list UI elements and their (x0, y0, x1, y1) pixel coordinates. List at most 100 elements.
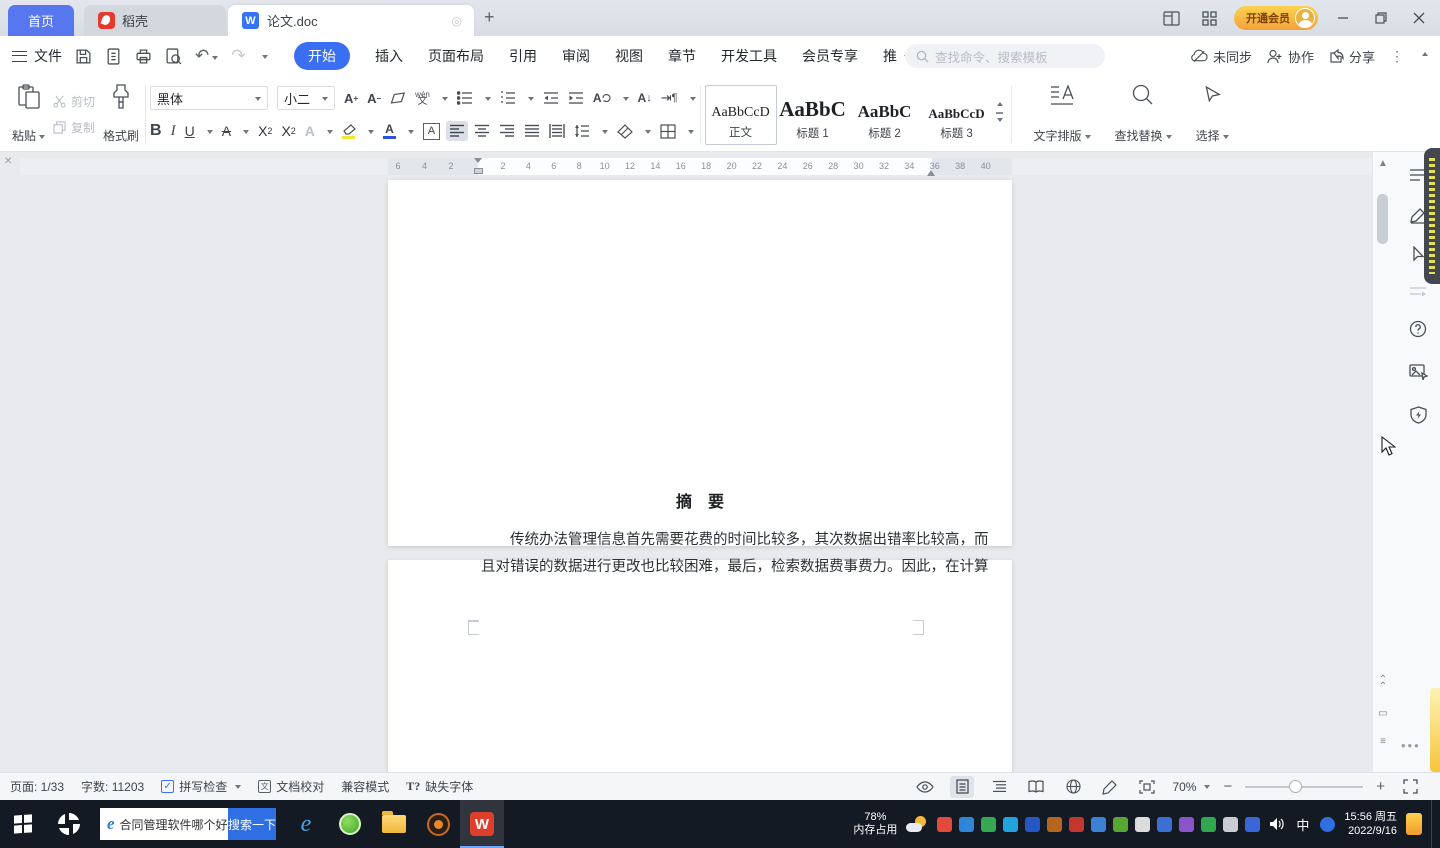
justify-button[interactable] (524, 124, 540, 138)
show-marks-button[interactable]: ⇥¶ (661, 90, 678, 106)
strikethrough-button[interactable]: A (222, 123, 231, 139)
style-heading-3[interactable]: AaBbCcD 标题 3 (921, 85, 993, 145)
document-page-2[interactable] (388, 560, 1012, 772)
tray-icon[interactable] (937, 817, 952, 832)
left-indent-marker[interactable] (474, 168, 483, 174)
undo-caret[interactable] (212, 56, 218, 63)
highlight-caret[interactable] (368, 130, 374, 137)
page-view-icon[interactable] (950, 776, 974, 798)
internet-explorer-icon[interactable]: e (284, 800, 328, 848)
zoom-level[interactable]: 70% (1172, 780, 1210, 794)
previous-page-button[interactable]: ⌃⌃ (1375, 676, 1391, 690)
ribbon-tab-5[interactable]: 审阅 (562, 46, 590, 66)
word-count[interactable]: 字数: 11203 (81, 778, 144, 795)
member-badge[interactable]: 开通会员 (1234, 6, 1318, 30)
browser-360-icon[interactable] (46, 800, 92, 848)
decrease-indent-button[interactable] (543, 91, 559, 105)
font-name-combo[interactable]: 黑体 (150, 86, 268, 110)
underline-button[interactable]: U (185, 123, 195, 139)
shading-caret[interactable] (645, 130, 651, 137)
superscript-button[interactable]: X2 (258, 123, 272, 139)
save-icon[interactable] (75, 48, 92, 65)
collapse-ribbon-icon[interactable] (1422, 52, 1428, 56)
line-spacing-caret[interactable] (602, 130, 608, 137)
fit-page-icon[interactable] (1135, 776, 1159, 798)
zoom-slider[interactable] (1245, 786, 1363, 788)
style-heading-2[interactable]: AaBbC 标题 2 (849, 85, 921, 145)
text-effects-caret[interactable] (327, 130, 333, 137)
format-painter-button[interactable]: 格式刷 (101, 80, 141, 149)
increase-indent-button[interactable] (568, 91, 584, 105)
print-icon[interactable] (135, 48, 152, 65)
numbered-list-button[interactable] (500, 91, 516, 105)
find-replace-button[interactable]: 查找替换 (1113, 80, 1174, 149)
text-direction-caret[interactable] (623, 97, 629, 104)
tray-icon[interactable] (1025, 817, 1040, 832)
tray-icon[interactable] (1047, 817, 1062, 832)
strikethrough-caret[interactable] (243, 130, 249, 137)
align-left-button[interactable] (446, 121, 468, 141)
ink-pen-icon[interactable] (1098, 776, 1122, 798)
italic-button[interactable]: I (171, 123, 176, 140)
volume-icon[interactable] (1269, 817, 1285, 831)
web-view-icon[interactable] (1061, 776, 1085, 798)
tab-home[interactable]: 首页 (8, 5, 74, 36)
ribbon-tab-2[interactable]: 插入 (375, 46, 403, 66)
borders-button[interactable] (660, 124, 676, 139)
weather-tray-icon[interactable] (906, 816, 928, 832)
style-normal[interactable]: AaBbCcD 正文 (705, 85, 777, 145)
spell-check-caret[interactable] (235, 785, 241, 792)
tray-icon[interactable] (1091, 817, 1106, 832)
spell-check-button[interactable]: ✓ 拼写检查 (161, 778, 241, 795)
sort-button[interactable]: A↓ (638, 91, 652, 105)
styles-gallery-scroll[interactable] (993, 104, 1007, 125)
ribbon-tab-4[interactable]: 引用 (509, 46, 537, 66)
right-indent-marker[interactable] (927, 166, 935, 176)
font-color-button[interactable]: A (383, 124, 396, 139)
more-tools-dots-icon[interactable]: ••• (1401, 738, 1421, 753)
text-direction-button[interactable]: A (593, 91, 611, 105)
phonetic-caret[interactable] (442, 97, 448, 104)
scroll-menu-button[interactable]: ≡ (1375, 736, 1391, 747)
start-button[interactable] (0, 800, 46, 848)
document-text-line[interactable]: 传统办法管理信息首先需要花费的时间比较多，其次数据出错率比较高，而 (481, 528, 921, 549)
first-line-indent-marker[interactable] (474, 158, 482, 167)
highlight-color-button[interactable] (342, 124, 356, 139)
compatibility-mode-label[interactable]: 兼容模式 (341, 778, 389, 795)
tray-icon[interactable] (1179, 817, 1194, 832)
scroll-up-arrow[interactable]: ▲ (1375, 158, 1391, 169)
help-icon[interactable] (1403, 314, 1433, 344)
apps-grid-icon[interactable] (1196, 5, 1222, 31)
memory-usage[interactable]: 78% 内存占用 (853, 811, 897, 837)
decrease-font-button[interactable]: A− (367, 93, 381, 104)
collaborate-button[interactable]: 协作 (1267, 47, 1314, 66)
export-pdf-icon[interactable] (105, 48, 122, 65)
game-app-icon[interactable] (416, 800, 460, 848)
tray-icon[interactable] (1003, 817, 1018, 832)
restore-button[interactable] (1368, 5, 1394, 31)
permissions-shield-icon[interactable] (1403, 400, 1433, 430)
more-menu-icon[interactable]: ⋮ (1390, 48, 1404, 65)
wps-taskbar-icon[interactable]: W (460, 800, 504, 848)
proofread-button[interactable]: 文 文档校对 (258, 778, 324, 795)
tray-icon[interactable] (1135, 817, 1150, 832)
tray-icon[interactable] (1157, 817, 1172, 832)
ribbon-tab-8[interactable]: 开发工具 (721, 46, 777, 66)
new-tab-button[interactable]: + (484, 8, 495, 26)
bullet-list-button[interactable] (457, 91, 473, 105)
ribbon-tab-6[interactable]: 视图 (615, 46, 643, 66)
page-navigation-button[interactable]: ▭ (1375, 708, 1391, 719)
align-right-button[interactable] (499, 124, 515, 138)
ribbon-tab-10[interactable]: 推 (883, 46, 897, 66)
avatar[interactable] (1295, 8, 1315, 28)
print-preview-icon[interactable] (165, 48, 182, 65)
font-color-caret[interactable] (408, 130, 414, 137)
minimize-button[interactable] (1330, 5, 1356, 31)
phonetic-guide-button[interactable]: wén文 (415, 91, 430, 105)
paste-button[interactable]: 粘贴 (10, 80, 47, 149)
ribbon-tab-3[interactable]: 页面布局 (428, 46, 484, 66)
bullet-list-caret[interactable] (485, 97, 491, 104)
bold-button[interactable]: B (150, 122, 162, 140)
select-button[interactable]: 选择 (1194, 80, 1231, 149)
outline-view-icon[interactable] (987, 776, 1011, 798)
